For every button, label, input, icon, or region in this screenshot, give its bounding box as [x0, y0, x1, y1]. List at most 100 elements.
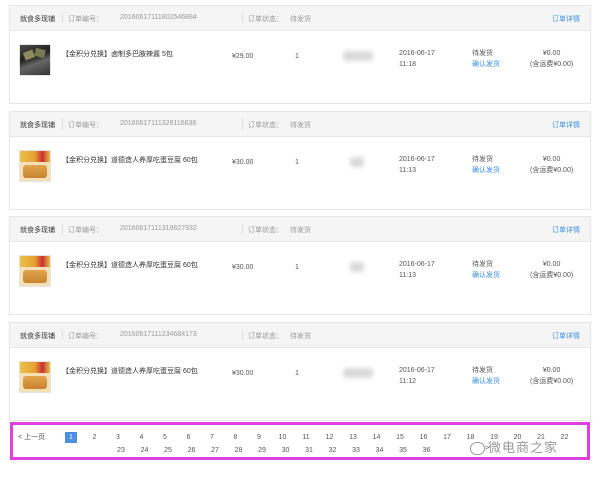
order-detail-link[interactable]: 订单详情	[552, 331, 580, 341]
blurred-buyer-info	[343, 51, 373, 61]
page-number-11[interactable]: 11	[300, 432, 312, 443]
product-image[interactable]	[19, 361, 51, 393]
order-total: ¥0.00	[542, 367, 561, 374]
order-detail-link[interactable]: 订单详情	[552, 120, 580, 130]
order-header: 就食多现铺 订单编号： 20160617111234684173 订单状态： 待…	[10, 323, 590, 348]
wechat-icon	[470, 442, 485, 456]
confirm-shipment-link[interactable]: 确认发货	[472, 376, 500, 387]
order-number-label: 订单编号：	[68, 227, 103, 234]
page-number-2[interactable]: 2	[89, 432, 101, 443]
order-item-row: 【金积分兑换】道德造人养厚吃蛋豆腐 60包 ¥30.00 1 2016-06-1…	[10, 137, 590, 209]
page-number-31[interactable]: 31	[303, 445, 315, 456]
order-amount: ¥0.00 (含运费¥0.00)	[530, 365, 573, 387]
row-status-text: 待发货	[472, 156, 493, 163]
blurred-buyer-info	[350, 262, 364, 272]
product-quantity: 1	[295, 159, 299, 166]
order-status: 待发货	[290, 333, 311, 340]
order-number: 20160617111802546884	[120, 14, 197, 21]
shop-name: 就食多现铺	[20, 122, 55, 129]
page-number-6[interactable]: 6	[183, 432, 195, 443]
order-number-label: 订单编号：	[68, 16, 103, 23]
shop-name: 就食多现铺	[20, 227, 55, 234]
page-number-29[interactable]: 29	[256, 445, 268, 456]
confirm-shipment-link[interactable]: 确认发货	[472, 270, 500, 281]
product-image[interactable]	[19, 44, 51, 76]
order-freight: (含运费¥0.00)	[530, 272, 574, 279]
page-number-22[interactable]: 22	[559, 432, 571, 443]
order-status: 待发货	[290, 227, 311, 234]
product-image[interactable]	[19, 150, 51, 182]
watermark-text: 微电商之家	[488, 440, 559, 455]
page-number-24[interactable]: 24	[139, 445, 151, 456]
order-number: 20160617111328116638	[120, 120, 197, 127]
page-number-16[interactable]: 16	[418, 432, 430, 443]
product-image[interactable]	[19, 255, 51, 287]
row-status: 待发货 确认发货	[472, 259, 500, 281]
page-number-28[interactable]: 28	[233, 445, 245, 456]
order-freight: (含运费¥0.00)	[530, 378, 574, 385]
page-number-4[interactable]: 4	[136, 432, 148, 443]
page-number-27[interactable]: 27	[209, 445, 221, 456]
page-number-33[interactable]: 33	[350, 445, 362, 456]
page-number-3[interactable]: 3	[112, 432, 124, 443]
order-number-label: 订单编号：	[68, 333, 103, 340]
product-name[interactable]: 【金积分兑换】卤制多巴胺辣酱 5包	[62, 49, 173, 59]
page-number-26[interactable]: 26	[186, 445, 198, 456]
product-price: ¥30.00	[232, 159, 254, 166]
page-number-9[interactable]: 9	[253, 432, 265, 443]
page-number-14[interactable]: 14	[371, 432, 383, 443]
page-number-32[interactable]: 32	[327, 445, 339, 456]
order-item-row: 【金积分兑换】道德造人养厚吃蛋豆腐 60包 ¥30.00 1 2016-06-1…	[10, 242, 590, 314]
page-number-15[interactable]: 15	[394, 432, 406, 443]
order-amount: ¥0.00 (含运费¥0.00)	[530, 48, 573, 70]
product-name[interactable]: 【金积分兑换】道德造人养厚吃蛋豆腐 60包	[62, 155, 198, 165]
order-card: 就食多现铺 订单编号： 20160617111328116638 订单状态： 待…	[9, 111, 591, 210]
product-quantity: 1	[295, 264, 299, 271]
page-number-10[interactable]: 10	[277, 432, 289, 443]
page-number-8[interactable]: 8	[230, 432, 242, 443]
order-item-row: 【金积分兑换】卤制多巴胺辣酱 5包 ¥29.00 1 2016-06-17 11…	[10, 31, 590, 103]
order-status-label: 订单状态：	[248, 122, 283, 129]
page-number-23[interactable]: 23	[115, 445, 127, 456]
page-number-34[interactable]: 34	[374, 445, 386, 456]
shop-name: 就食多现铺	[20, 16, 55, 23]
order-card: 就食多现铺 订单编号： 20160617111319627932 订单状态： 待…	[9, 216, 591, 315]
product-price: ¥30.00	[232, 370, 254, 377]
order-card: 就食多现铺 订单编号： 20160617111234684173 订单状态： 待…	[9, 322, 591, 421]
order-date: 2016-06-17	[399, 261, 435, 268]
page-number-25[interactable]: 25	[162, 445, 174, 456]
order-header: 就食多现铺 订单编号： 20160617111319627932 订单状态： 待…	[10, 217, 590, 242]
order-clock: 11:18	[399, 61, 416, 68]
order-item-row: 【金积分兑换】道德造人养厚吃蛋豆腐 60包 ¥30.00 1 2016-06-1…	[10, 348, 590, 420]
row-status-text: 待发货	[472, 50, 493, 57]
page-number-35[interactable]: 35	[397, 445, 409, 456]
order-date: 2016-06-17	[399, 367, 435, 374]
order-time: 2016-06-17 11:13	[399, 154, 435, 176]
order-total: ¥0.00	[542, 156, 561, 163]
order-detail-link[interactable]: 订单详情	[552, 14, 580, 24]
order-time: 2016-06-17 11:12	[399, 365, 435, 387]
page-number-13[interactable]: 13	[347, 432, 359, 443]
page-number-5[interactable]: 5	[159, 432, 171, 443]
page-number-36[interactable]: 36	[421, 445, 433, 456]
product-quantity: 1	[295, 53, 299, 60]
order-freight: (含运费¥0.00)	[530, 167, 574, 174]
order-total: ¥0.00	[542, 50, 561, 57]
page-number-1[interactable]: 1	[65, 432, 77, 443]
prev-page-button[interactable]: < 上一页	[18, 432, 45, 442]
page-number-17[interactable]: 17	[441, 432, 453, 443]
product-price: ¥30.00	[232, 264, 254, 271]
order-clock: 11:13	[399, 167, 416, 174]
confirm-shipment-link[interactable]: 确认发货	[472, 165, 500, 176]
order-detail-link[interactable]: 订单详情	[552, 225, 580, 235]
page-number-12[interactable]: 12	[324, 432, 336, 443]
row-status: 待发货 确认发货	[472, 48, 500, 70]
product-name[interactable]: 【金积分兑换】道德造人养厚吃蛋豆腐 60包	[62, 260, 198, 270]
page-number-7[interactable]: 7	[206, 432, 218, 443]
row-status: 待发货 确认发货	[472, 154, 500, 176]
row-status-text: 待发货	[472, 367, 493, 374]
order-total: ¥0.00	[542, 261, 561, 268]
confirm-shipment-link[interactable]: 确认发货	[472, 59, 500, 70]
product-name[interactable]: 【金积分兑换】道德造人养厚吃蛋豆腐 60包	[62, 366, 198, 376]
page-number-30[interactable]: 30	[280, 445, 292, 456]
